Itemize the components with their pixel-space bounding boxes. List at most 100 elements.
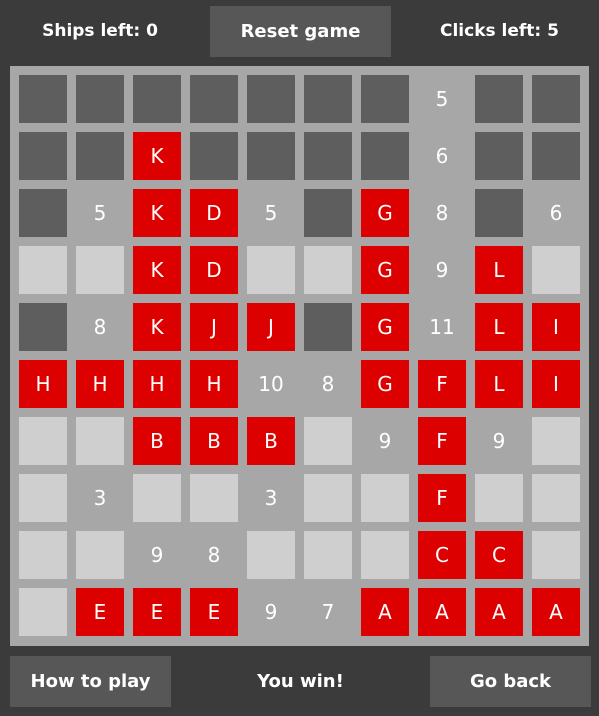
board-cell-ship: J bbox=[190, 303, 238, 351]
board-cell-ship: K bbox=[133, 132, 181, 180]
board-cell-hidden[interactable] bbox=[247, 75, 295, 123]
board-cell-hidden[interactable] bbox=[475, 75, 523, 123]
board-cell-ship: G bbox=[361, 360, 409, 408]
board-cell-hidden[interactable] bbox=[361, 75, 409, 123]
board-cell-ship: J bbox=[247, 303, 295, 351]
board-cell-ship: H bbox=[190, 360, 238, 408]
game-status: You win! bbox=[257, 671, 344, 692]
board-cell-ship: A bbox=[475, 588, 523, 636]
board-cell-hidden[interactable] bbox=[304, 132, 352, 180]
board-cell-number: 3 bbox=[264, 486, 278, 510]
board-cell-ship: H bbox=[133, 360, 181, 408]
board-cell-hidden[interactable] bbox=[19, 75, 67, 123]
board-cell-ship: L bbox=[475, 246, 523, 294]
board-cell-ship: L bbox=[475, 303, 523, 351]
board-cell-ship: K bbox=[133, 246, 181, 294]
board-cell-number: 5 bbox=[435, 87, 449, 111]
board-cell-hidden[interactable] bbox=[19, 189, 67, 237]
board-cell-ship: C bbox=[475, 531, 523, 579]
board-cell-hidden[interactable] bbox=[19, 132, 67, 180]
board-cell-empty bbox=[76, 417, 124, 465]
game-board: 5 K 6 5 K D 5 G 8 6 K D G 9 L 8 K J J G 11 L I H H H H 10 8 G F L I B B B 9 F… bbox=[10, 66, 589, 646]
board-cell-number: 11 bbox=[429, 315, 455, 339]
board-cell-hidden[interactable] bbox=[190, 132, 238, 180]
board-cell-ship: F bbox=[418, 474, 466, 522]
board-cell-number: 9 bbox=[378, 429, 392, 453]
board-cell-ship: C bbox=[418, 531, 466, 579]
board-cell-empty bbox=[532, 474, 580, 522]
board-cell-empty bbox=[247, 531, 295, 579]
board-cell-ship: E bbox=[190, 588, 238, 636]
how-to-play-button[interactable]: How to play bbox=[10, 656, 171, 707]
board-cell-number: 6 bbox=[435, 144, 449, 168]
board-cell-hidden[interactable] bbox=[190, 75, 238, 123]
board-cell-number: 8 bbox=[321, 372, 335, 396]
board-cell-ship: H bbox=[76, 360, 124, 408]
board-cell-hidden[interactable] bbox=[19, 303, 67, 351]
board-cell-ship: B bbox=[247, 417, 295, 465]
board-cell-number: 5 bbox=[93, 201, 107, 225]
board-cell-ship: B bbox=[133, 417, 181, 465]
board-cell-empty bbox=[19, 588, 67, 636]
board-cell-ship: F bbox=[418, 360, 466, 408]
board-cell-empty bbox=[532, 531, 580, 579]
board-cell-number: 7 bbox=[321, 600, 335, 624]
board-cell-empty bbox=[532, 417, 580, 465]
board-cell-ship: E bbox=[133, 588, 181, 636]
board-cell-number: 10 bbox=[258, 372, 284, 396]
board-cell-empty bbox=[19, 417, 67, 465]
ships-left-counter: Ships left: 0 bbox=[42, 21, 158, 41]
board-cell-empty bbox=[19, 474, 67, 522]
go-back-button[interactable]: Go back bbox=[430, 656, 591, 707]
board-cell-empty bbox=[76, 246, 124, 294]
board-cell-ship: I bbox=[532, 360, 580, 408]
board-cell-number: 8 bbox=[207, 543, 221, 567]
board-cell-hidden[interactable] bbox=[76, 132, 124, 180]
board-cell-number: 9 bbox=[264, 600, 278, 624]
board-cell-ship: B bbox=[190, 417, 238, 465]
board-cell-empty bbox=[304, 474, 352, 522]
board-cell-empty bbox=[361, 474, 409, 522]
board-cell-empty bbox=[19, 246, 67, 294]
board-cell-empty bbox=[304, 531, 352, 579]
board-cell-empty bbox=[247, 246, 295, 294]
board-cell-number: 8 bbox=[435, 201, 449, 225]
board-cell-hidden[interactable] bbox=[532, 75, 580, 123]
board-cell-number: 9 bbox=[435, 258, 449, 282]
board-cell-ship: A bbox=[361, 588, 409, 636]
board-cell-hidden[interactable] bbox=[304, 75, 352, 123]
board-cell-hidden[interactable] bbox=[76, 75, 124, 123]
board-cell-empty bbox=[19, 531, 67, 579]
board-cell-ship: I bbox=[532, 303, 580, 351]
board-cell-ship: D bbox=[190, 189, 238, 237]
board-cell-hidden[interactable] bbox=[133, 75, 181, 123]
top-bar: Ships left: 0 Reset game Clicks left: 5 bbox=[0, 0, 599, 66]
board-cell-ship: K bbox=[133, 189, 181, 237]
board-cell-hidden[interactable] bbox=[475, 189, 523, 237]
board-cell-empty bbox=[190, 474, 238, 522]
board-cell-ship: K bbox=[133, 303, 181, 351]
board-cell-ship: G bbox=[361, 246, 409, 294]
board-cell-empty bbox=[133, 474, 181, 522]
board-cell-number: 9 bbox=[150, 543, 164, 567]
board-cell-hidden[interactable] bbox=[475, 132, 523, 180]
board-cell-ship: A bbox=[532, 588, 580, 636]
board-cell-number: 3 bbox=[93, 486, 107, 510]
board-cell-empty bbox=[304, 417, 352, 465]
board-cell-empty bbox=[475, 474, 523, 522]
board-cell-empty bbox=[532, 246, 580, 294]
board-cell-hidden[interactable] bbox=[304, 189, 352, 237]
reset-game-button[interactable]: Reset game bbox=[210, 6, 391, 57]
board-cell-ship: D bbox=[190, 246, 238, 294]
board-cell-hidden[interactable] bbox=[532, 132, 580, 180]
board-cell-hidden[interactable] bbox=[247, 132, 295, 180]
board-cell-hidden[interactable] bbox=[361, 132, 409, 180]
board-cell-empty bbox=[304, 246, 352, 294]
board-cell-number: 6 bbox=[549, 201, 563, 225]
board-cell-empty bbox=[76, 531, 124, 579]
game-window: Ships left: 0 Reset game Clicks left: 5 … bbox=[0, 0, 599, 716]
board-cell-hidden[interactable] bbox=[304, 303, 352, 351]
board-cell-ship: A bbox=[418, 588, 466, 636]
board-cell-number: 9 bbox=[492, 429, 506, 453]
board-cell-ship: L bbox=[475, 360, 523, 408]
